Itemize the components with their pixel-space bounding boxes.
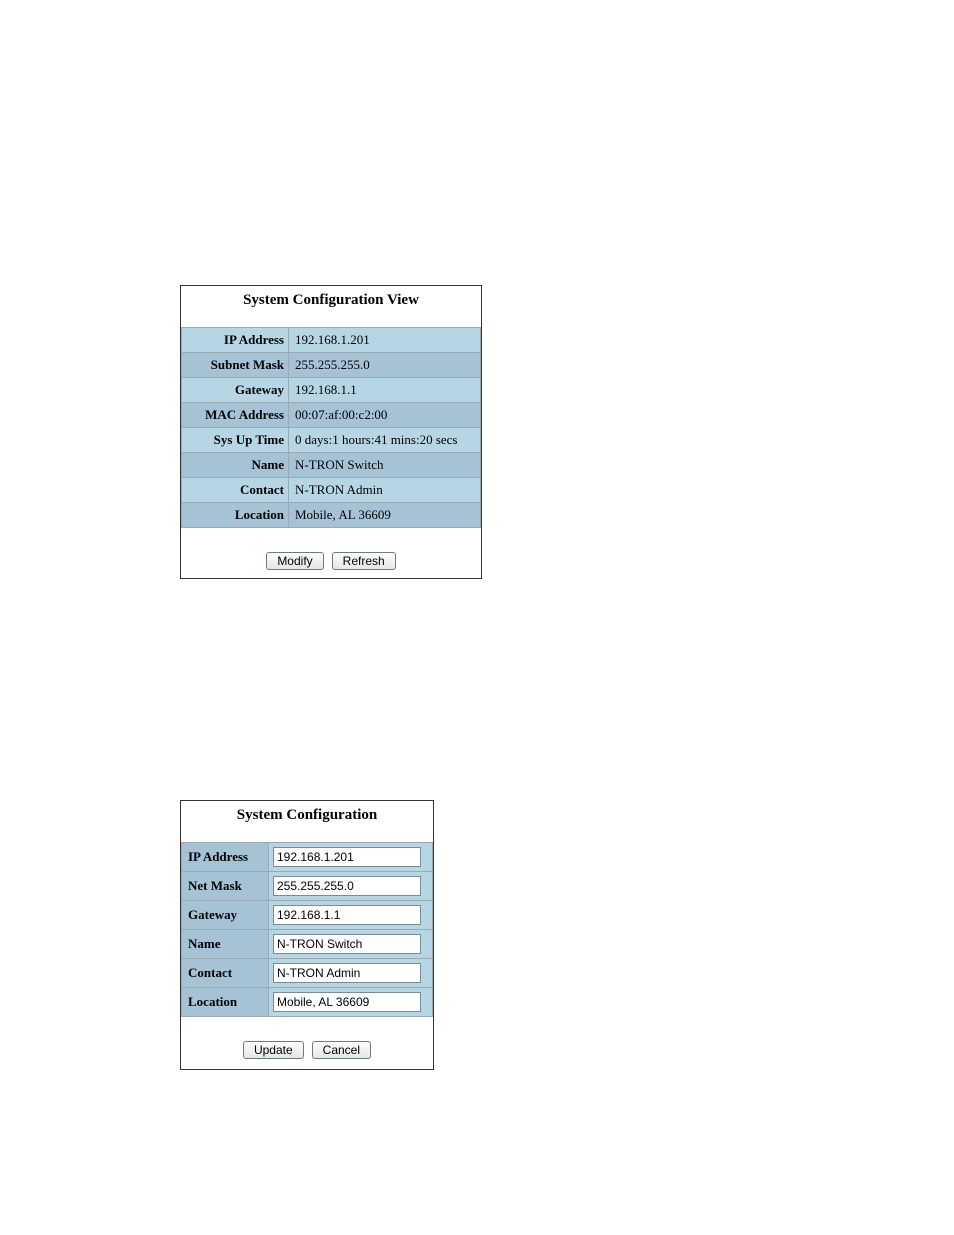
label-ip-address: IP Address — [182, 328, 289, 353]
label-contact: Contact — [182, 478, 289, 503]
contact-input[interactable] — [273, 963, 421, 983]
row-name: Name N-TRON Switch — [182, 453, 481, 478]
edit-field-gateway-cell — [269, 901, 433, 930]
system-config-edit-title: System Configuration — [181, 801, 433, 842]
row-ip-address: IP Address 192.168.1.201 — [182, 328, 481, 353]
system-config-view-panel: System Configuration View IP Address 192… — [180, 285, 482, 579]
edit-label-gateway: Gateway — [182, 901, 269, 930]
value-mac-address: 00:07:af:00:c2:00 — [289, 403, 481, 428]
label-location: Location — [182, 503, 289, 528]
ip-address-input[interactable] — [273, 847, 421, 867]
edit-label-location: Location — [182, 988, 269, 1017]
row-gateway: Gateway 192.168.1.1 — [182, 378, 481, 403]
refresh-button[interactable]: Refresh — [332, 552, 396, 570]
system-config-view-title: System Configuration View — [181, 286, 481, 327]
label-sys-up-time: Sys Up Time — [182, 428, 289, 453]
edit-row-contact: Contact — [182, 959, 433, 988]
cancel-button[interactable]: Cancel — [312, 1041, 371, 1059]
label-subnet-mask: Subnet Mask — [182, 353, 289, 378]
edit-field-ip-address-cell — [269, 843, 433, 872]
edit-label-ip-address: IP Address — [182, 843, 269, 872]
edit-field-net-mask-cell — [269, 872, 433, 901]
edit-row-net-mask: Net Mask — [182, 872, 433, 901]
label-mac-address: MAC Address — [182, 403, 289, 428]
label-name: Name — [182, 453, 289, 478]
row-location: Location Mobile, AL 36609 — [182, 503, 481, 528]
edit-row-ip-address: IP Address — [182, 843, 433, 872]
name-input[interactable] — [273, 934, 421, 954]
system-config-view-table: IP Address 192.168.1.201 Subnet Mask 255… — [181, 327, 481, 528]
value-ip-address: 192.168.1.201 — [289, 328, 481, 353]
row-sys-up-time: Sys Up Time 0 days:1 hours:41 mins:20 se… — [182, 428, 481, 453]
edit-row-location: Location — [182, 988, 433, 1017]
system-config-edit-table: IP Address Net Mask Gateway Name Contact — [181, 842, 433, 1017]
edit-button-row: Update Cancel — [181, 1017, 433, 1069]
update-button[interactable]: Update — [243, 1041, 304, 1059]
location-input[interactable] — [273, 992, 421, 1012]
modify-button[interactable]: Modify — [266, 552, 323, 570]
edit-field-location-cell — [269, 988, 433, 1017]
gateway-input[interactable] — [273, 905, 421, 925]
label-gateway: Gateway — [182, 378, 289, 403]
value-gateway: 192.168.1.1 — [289, 378, 481, 403]
value-sys-up-time: 0 days:1 hours:41 mins:20 secs — [289, 428, 481, 453]
value-contact: N-TRON Admin — [289, 478, 481, 503]
system-config-edit-panel: System Configuration IP Address Net Mask… — [180, 800, 434, 1070]
value-subnet-mask: 255.255.255.0 — [289, 353, 481, 378]
value-location: Mobile, AL 36609 — [289, 503, 481, 528]
edit-row-gateway: Gateway — [182, 901, 433, 930]
edit-field-contact-cell — [269, 959, 433, 988]
net-mask-input[interactable] — [273, 876, 421, 896]
edit-label-contact: Contact — [182, 959, 269, 988]
edit-row-name: Name — [182, 930, 433, 959]
value-name: N-TRON Switch — [289, 453, 481, 478]
view-button-row: Modify Refresh — [181, 528, 481, 578]
row-contact: Contact N-TRON Admin — [182, 478, 481, 503]
row-subnet-mask: Subnet Mask 255.255.255.0 — [182, 353, 481, 378]
edit-label-name: Name — [182, 930, 269, 959]
row-mac-address: MAC Address 00:07:af:00:c2:00 — [182, 403, 481, 428]
edit-label-net-mask: Net Mask — [182, 872, 269, 901]
edit-field-name-cell — [269, 930, 433, 959]
